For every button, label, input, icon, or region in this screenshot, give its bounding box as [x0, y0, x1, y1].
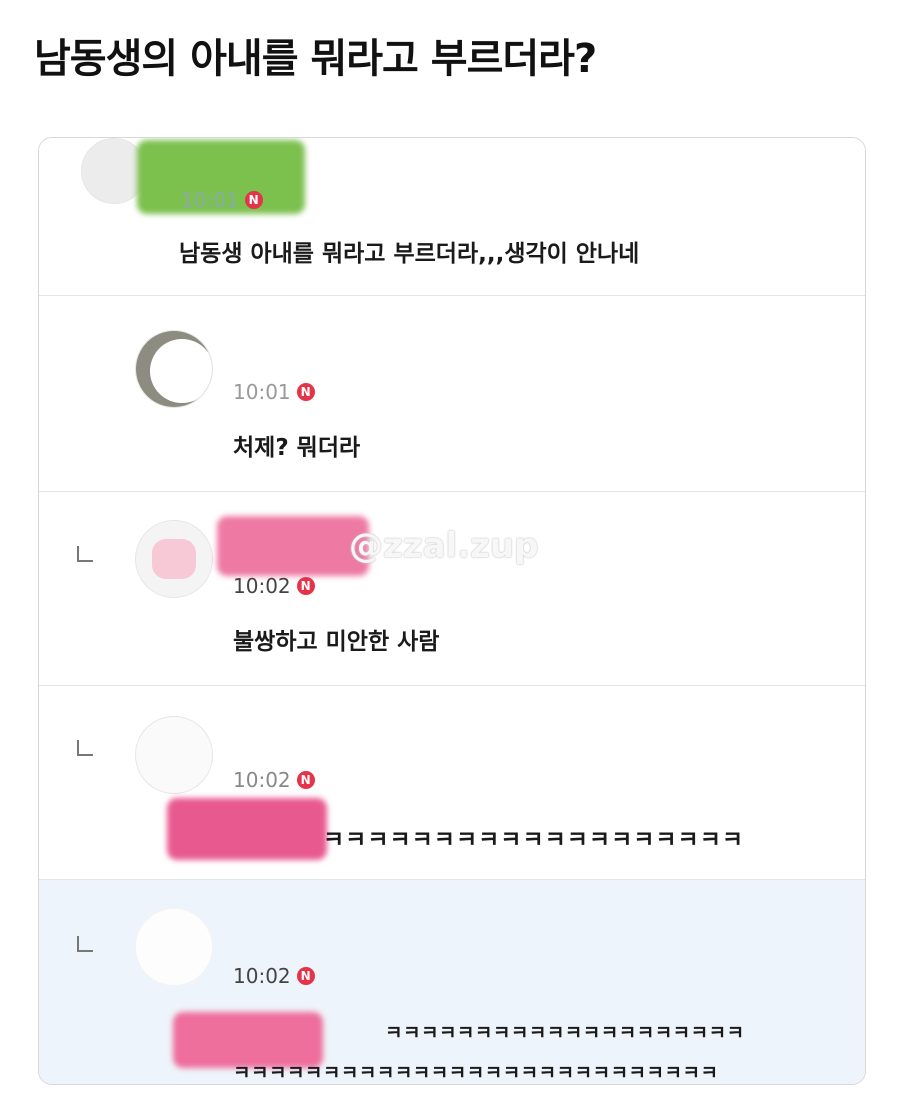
mascot-shape — [152, 539, 196, 579]
avatar[interactable] — [135, 520, 213, 598]
page-title: 남동생의 아내를 뭐라고 부르더라? — [34, 36, 597, 82]
reply-comment: 10:02 N ㅋㅋㅋㅋㅋㅋㅋㅋㅋㅋㅋㅋㅋㅋㅋㅋㅋㅋㅋㅋ ㅋㅋㅋㅋㅋㅋㅋㅋㅋㅋㅋ… — [39, 879, 865, 1084]
reply-comment: 10:02 N ㅋㅋㅋㅋㅋㅋㅋㅋㅋㅋㅋㅋㅋㅋㅋㅋㅋㅋㅋ — [39, 685, 865, 879]
timestamp-text: 10:02 — [233, 574, 291, 598]
comment-text: 처제? 뭐더라 — [233, 435, 361, 461]
comment-timestamp: 10:02 N — [233, 768, 315, 792]
avatar-image — [136, 909, 212, 985]
reply-comment: 10:01 N 처제? 뭐더라 — [39, 295, 865, 524]
comment-text: 불쌍하고 미안한 사람 — [233, 629, 440, 655]
timestamp-text: 10:02 — [233, 768, 291, 792]
comment-timestamp: 10:01 N — [181, 188, 263, 212]
new-badge-icon: N — [296, 771, 315, 789]
new-badge-icon: N — [296, 577, 315, 595]
avatar-image — [136, 717, 212, 793]
comment-timestamp: 10:02 N — [233, 574, 315, 598]
comment-list: 10:01 N 남동생 아내를 뭐라고 부르더라,,,생각이 안나네 10:01… — [38, 137, 866, 1085]
avatar[interactable] — [135, 716, 213, 794]
reply-comment: @zzal.zup 10:02 N 불쌍하고 미안한 사람 — [39, 491, 865, 685]
avatar[interactable] — [135, 330, 213, 408]
timestamp-text: 10:01 — [181, 188, 239, 212]
redacted-username — [217, 516, 369, 576]
moon-shape — [150, 339, 212, 403]
new-badge-icon: N — [296, 383, 315, 401]
timestamp-text: 10:02 — [233, 964, 291, 988]
watermark: @zzal.zup — [349, 526, 539, 566]
redacted-mention — [167, 798, 327, 860]
avatar-image — [136, 331, 212, 407]
new-badge-icon: N — [244, 191, 263, 209]
comment-text: 남동생 아내를 뭐라고 부르더라,,,생각이 안나네 — [179, 241, 640, 267]
comment-text-line2: ㅋㅋㅋㅋㅋㅋㅋㅋㅋㅋㅋㅋㅋㅋㅋㅋㅋㅋㅋㅋㅋㅋㅋㅋㅋㅋㅋ — [233, 1062, 719, 1084]
comment-text: ㅋㅋㅋㅋㅋㅋㅋㅋㅋㅋㅋㅋㅋㅋㅋㅋㅋㅋㅋ — [323, 827, 745, 853]
avatar[interactable] — [135, 908, 213, 986]
avatar-image — [136, 521, 212, 597]
comment-timestamp: 10:01 N — [233, 380, 315, 404]
comment: 10:01 N 남동생 아내를 뭐라고 부르더라,,,생각이 안나네 — [39, 138, 865, 295]
comment-text-line1: ㅋㅋㅋㅋㅋㅋㅋㅋㅋㅋㅋㅋㅋㅋㅋㅋㅋㅋㅋㅋ — [385, 1022, 745, 1044]
reply-arrow-icon — [77, 546, 93, 562]
reply-arrow-icon — [77, 936, 93, 952]
timestamp-text: 10:01 — [233, 380, 291, 404]
new-badge-icon: N — [296, 967, 315, 985]
reply-arrow-icon — [77, 740, 93, 756]
comment-timestamp: 10:02 N — [233, 964, 315, 988]
